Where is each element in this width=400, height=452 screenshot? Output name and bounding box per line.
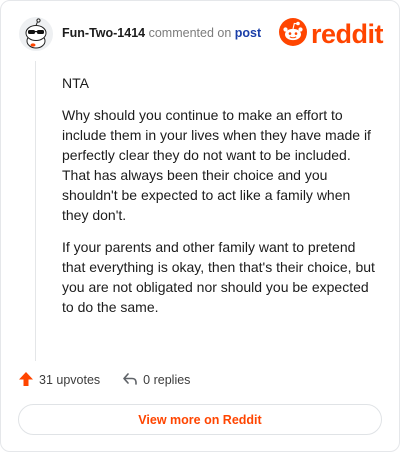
comment-paragraph: If your parents and other family want to… [62, 239, 375, 315]
reply-button[interactable]: 0 replies [122, 371, 190, 390]
commented-label: commented on [148, 26, 232, 40]
post-link[interactable]: post [235, 26, 261, 40]
comment-paragraph: NTA [62, 75, 89, 91]
author-line: Fun-Two-1414 commented on post [62, 26, 261, 40]
reddit-wordmark: reddit [310, 19, 384, 49]
comment-paragraph: Why should you continue to make an effor… [62, 107, 371, 223]
upvote-button[interactable]: 31 upvotes [18, 371, 100, 390]
reply-arrow-icon [122, 371, 143, 390]
snoo-avatar-icon[interactable] [19, 17, 53, 51]
upvote-count: 31 upvotes [39, 373, 101, 387]
view-more-button[interactable]: View more on Reddit [18, 404, 382, 435]
upvote-arrow-icon [18, 371, 39, 390]
comment-actions: 31 upvotes 0 replies [18, 370, 212, 390]
reply-count: 0 replies [143, 373, 191, 387]
reddit-snoo-icon [278, 17, 307, 51]
author-name[interactable]: Fun-Two-1414 [62, 26, 145, 40]
reddit-logo[interactable]: reddit [278, 17, 384, 51]
comment-card: Fun-Two-1414 commented on post reddit NT… [0, 0, 400, 452]
comment-header: Fun-Two-1414 commented on post reddit [19, 17, 385, 51]
thread-line [35, 61, 36, 361]
comment-body: NTA Why should you continue to make an e… [62, 73, 380, 329]
